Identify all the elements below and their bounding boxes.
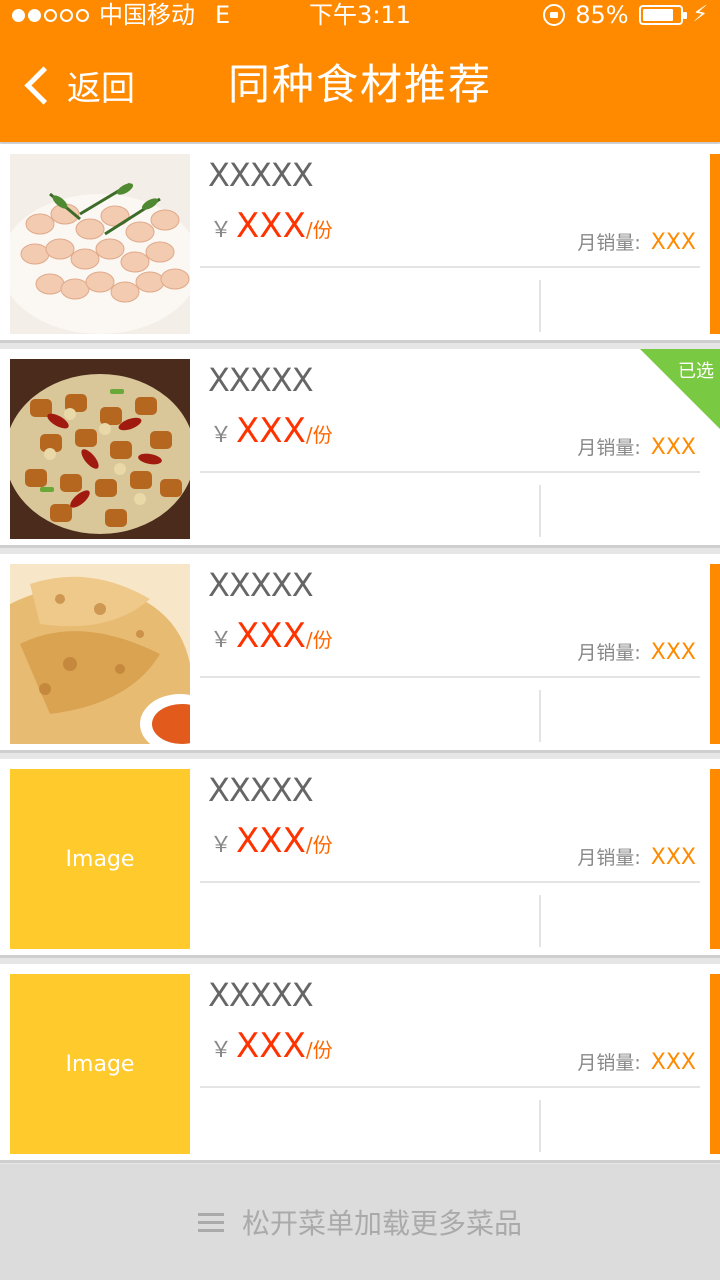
divider <box>539 280 541 332</box>
selected-label: 已选 <box>678 361 714 382</box>
image-placeholder: Image <box>10 974 190 1154</box>
side-accent <box>710 769 720 949</box>
sales-value: XXX <box>650 230 696 255</box>
dish-name: XXXXX <box>208 361 314 399</box>
dish-name: XXXXX <box>208 566 314 604</box>
dish-card[interactable]: XXXXX ￥ XXX /份 月销量: XXX <box>0 144 720 343</box>
price-row: ￥ XXX /份 <box>210 206 333 246</box>
side-accent <box>710 564 720 744</box>
monthly-sales: 月销量: XXX <box>577 638 696 665</box>
sales-label: 月销量: <box>577 232 641 254</box>
price-value: XXX <box>236 206 306 246</box>
monthly-sales: 月销量: XXX <box>577 433 696 460</box>
dish-card[interactable]: XXXXX ￥ XXX /份 月销量: XXX <box>0 554 720 753</box>
sales-value: XXX <box>650 435 696 460</box>
price-unit: /份 <box>305 218 333 242</box>
sales-value: XXX <box>650 1050 696 1075</box>
rotation-lock-icon <box>543 4 566 26</box>
divider <box>539 690 541 742</box>
price-value: XXX <box>236 821 306 861</box>
side-accent <box>710 154 720 334</box>
sales-label: 月销量: <box>577 847 641 869</box>
dish-name: XXXXX <box>208 976 314 1014</box>
price-row: ￥ XXX /份 <box>210 821 333 861</box>
monthly-sales: 月销量: XXX <box>577 1048 696 1075</box>
menu-icon <box>197 1208 224 1237</box>
sales-label: 月销量: <box>577 437 641 459</box>
divider <box>200 1086 700 1088</box>
price-row: ￥ XXX /份 <box>210 411 333 451</box>
sales-label: 月销量: <box>577 1052 641 1074</box>
dish-card[interactable]: XXXXX ￥ XXX /份 月销量: XXX 已选 <box>0 349 720 548</box>
dish-name: XXXXX <box>208 156 314 194</box>
price-unit: /份 <box>305 423 333 447</box>
divider <box>200 266 700 268</box>
selected-badge: 已选 <box>640 349 720 429</box>
divider <box>539 1100 541 1152</box>
dish-card[interactable]: Image XXXXX ￥ XXX /份 月销量: XXX <box>0 759 720 958</box>
sales-label: 月销量: <box>577 642 641 664</box>
dish-name: XXXXX <box>208 771 314 809</box>
dish-image-kungpao <box>10 359 190 539</box>
side-accent <box>710 974 720 1154</box>
price-unit: /份 <box>305 628 333 652</box>
currency-symbol: ￥ <box>210 218 233 243</box>
dish-image-pancake <box>10 564 190 744</box>
price-value: XXX <box>236 411 306 451</box>
currency-symbol: ￥ <box>210 628 233 653</box>
battery-icon <box>638 5 687 25</box>
divider <box>539 485 541 537</box>
sales-value: XXX <box>650 845 696 870</box>
nav-bar: 返回 同种食材推荐 <box>0 30 720 142</box>
sales-value: XXX <box>650 640 696 665</box>
monthly-sales: 月销量: XXX <box>577 228 696 255</box>
divider <box>200 676 700 678</box>
dish-image-shrimp <box>10 154 190 334</box>
price-row: ￥ XXX /份 <box>210 616 333 656</box>
currency-symbol: ￥ <box>210 833 233 858</box>
load-more-footer[interactable]: 松开菜单加载更多菜品 <box>0 1164 720 1280</box>
battery-percent: 85% <box>575 1 629 29</box>
page-title: 同种食材推荐 <box>227 60 492 109</box>
monthly-sales: 月销量: XXX <box>577 843 696 870</box>
dish-card[interactable]: Image XXXXX ￥ XXX /份 月销量: XXX <box>0 964 720 1163</box>
status-right: 85% ⚡ <box>543 0 708 30</box>
price-value: XXX <box>236 616 306 656</box>
divider <box>539 895 541 947</box>
price-unit: /份 <box>305 833 333 857</box>
load-more-label: 松开菜单加载更多菜品 <box>241 1207 522 1240</box>
divider <box>200 471 700 473</box>
currency-symbol: ￥ <box>210 1038 233 1063</box>
divider <box>200 881 700 883</box>
image-placeholder: Image <box>10 769 190 949</box>
top-bar: 中国移动 E 下午3:11 85% ⚡ 返回 同种食材推荐 <box>0 0 720 142</box>
price-value: XXX <box>236 1026 306 1066</box>
price-row: ￥ XXX /份 <box>210 1026 333 1066</box>
price-unit: /份 <box>305 1038 333 1062</box>
charging-icon: ⚡ <box>692 2 708 27</box>
currency-symbol: ￥ <box>210 423 233 448</box>
status-bar: 中国移动 E 下午3:11 85% ⚡ <box>0 0 720 30</box>
